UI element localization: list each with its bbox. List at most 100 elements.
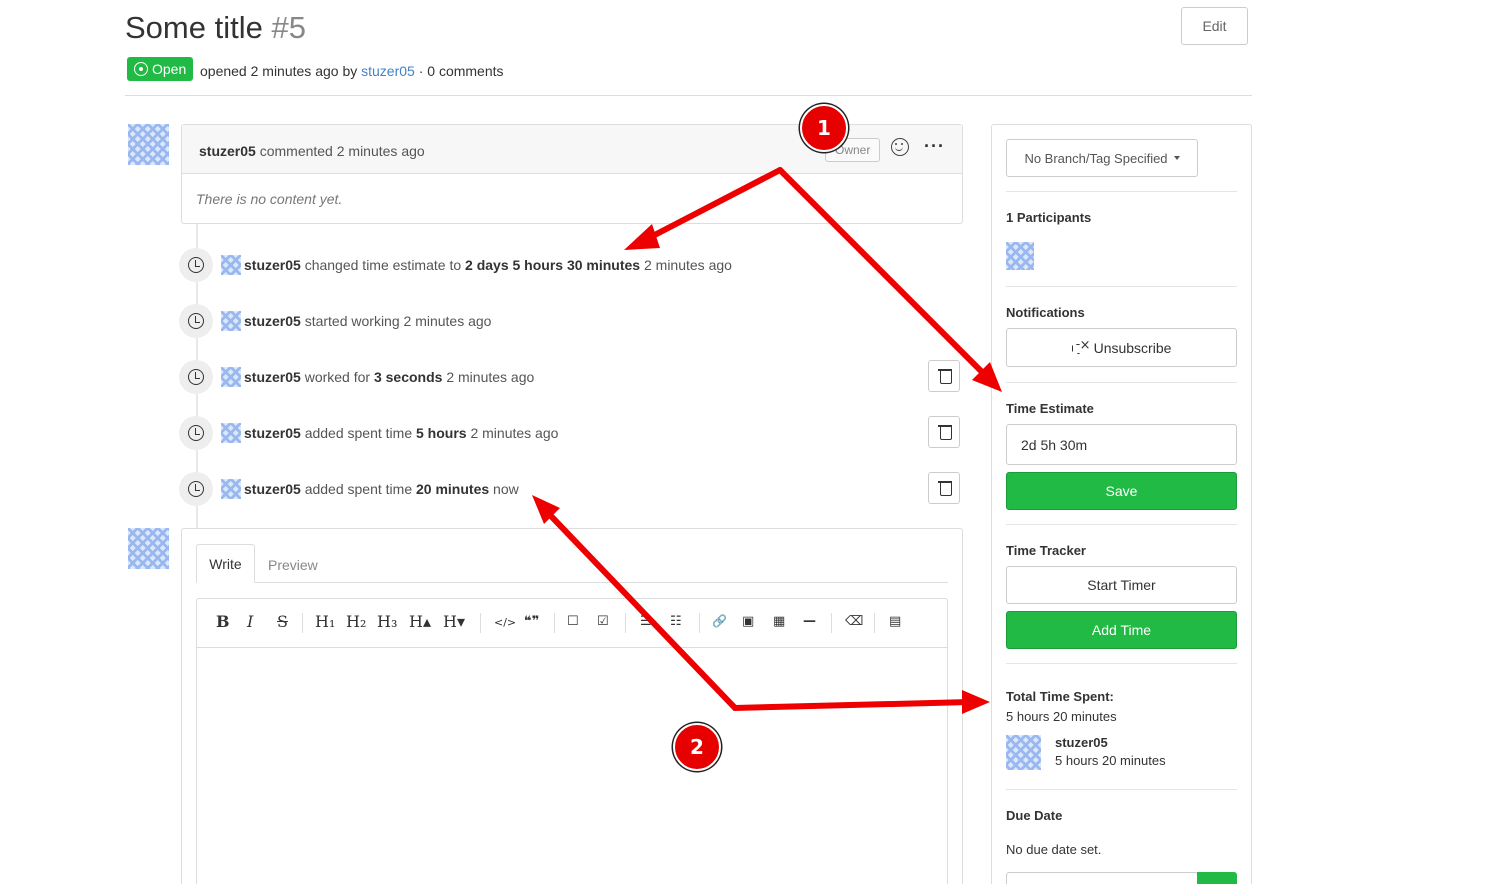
checkbox-icon[interactable]: ☐ [567,614,579,629]
event-time: 2 minutes ago [470,425,559,441]
avatar[interactable] [221,311,241,331]
participant-avatar[interactable] [1006,242,1034,270]
event-user[interactable]: stuzer05 [244,313,301,329]
trash-icon[interactable] [928,360,960,392]
bullet-list-icon[interactable]: ☰ [640,614,652,629]
tab-divider [196,582,948,583]
unsubscribe-button[interactable]: Unsubscribe [1006,328,1237,367]
event-user[interactable]: stuzer05 [244,425,301,441]
bold-icon[interactable]: B [216,612,230,631]
smiley-icon[interactable] [891,138,909,156]
event-user[interactable]: stuzer05 [244,481,301,497]
status-badge: Open [127,57,194,81]
save-button[interactable]: Save [1006,472,1237,510]
avatar[interactable] [1006,735,1041,770]
event-user[interactable]: stuzer05 [244,369,301,385]
comment-author[interactable]: stuzer05 [199,143,256,159]
meta-prefix: opened 2 minutes ago by [200,63,358,79]
checked-checkbox-icon[interactable]: ☑ [597,614,609,629]
avatar[interactable] [221,479,241,499]
comment-textarea[interactable] [196,647,948,884]
code-icon[interactable]: </> [494,616,516,629]
event-action: started working 2 minutes ago [304,313,492,329]
time-estimate-heading: Time Estimate [1006,401,1094,416]
table-icon[interactable]: ▦ [773,614,785,629]
event-action: added spent time [304,481,413,497]
total-time-heading: Total Time Spent: [1006,689,1114,704]
status-label: Open [152,61,187,77]
quote-icon[interactable]: ❝❞ [524,614,539,629]
heading-3-icon[interactable]: H₃ [377,612,397,631]
event-user[interactable]: stuzer05 [244,257,301,273]
tab-write[interactable]: Write [196,544,255,583]
time-user-name[interactable]: stuzer05 [1055,735,1108,750]
arrowhead-1-left [624,224,660,250]
trash-icon[interactable] [928,472,960,504]
editor-toolbar: B I S H₁ H₂ H₃ H▴ H▾ </> ❝❞ ☐ ☑ ☰ ☷ 🔗 ▣ … [196,598,948,648]
heading-1-icon[interactable]: H₁ [315,612,335,631]
tab-preview[interactable]: Preview [268,557,318,573]
open-issue-icon [134,62,148,76]
issue-title: Some title [125,10,263,45]
timeline-event: stuzer05 worked for 3 seconds 2 minutes … [179,360,964,394]
strikethrough-icon[interactable]: S [277,612,288,631]
avatar[interactable] [221,255,241,275]
heading-bigger-icon[interactable]: H▴ [409,612,431,631]
caret-down-icon [1173,156,1180,160]
due-date-value: No due date set. [1006,842,1102,857]
sidebar-divider [1006,663,1237,664]
event-text: stuzer05 added spent time 20 minutes now [244,481,519,497]
file-icon[interactable]: ▤ [889,614,901,629]
branch-label: No Branch/Tag Specified [1024,150,1168,166]
numbered-list-icon[interactable]: ☷ [670,614,682,629]
participants-heading: 1 Participants [1006,210,1092,225]
add-time-button[interactable]: Add Time [1006,611,1237,649]
toolbar-separator [480,613,481,633]
mute-icon [1072,338,1091,354]
edit-button[interactable]: Edit [1181,7,1248,45]
eraser-icon[interactable]: ⌫ [845,614,863,629]
author-link[interactable]: stuzer05 [361,63,415,79]
clock-icon [179,360,213,394]
event-text: stuzer05 changed time estimate to 2 days… [244,257,732,273]
comment-author-line: stuzer05 commented 2 minutes ago [199,143,425,159]
heading-2-icon[interactable]: H₂ [346,612,366,631]
due-date-input[interactable] [1006,872,1198,884]
sidebar-divider [1006,191,1237,192]
total-time-value: 5 hours 20 minutes [1006,709,1117,724]
italic-icon[interactable]: I [247,612,253,631]
time-tracker-heading: Time Tracker [1006,543,1086,558]
event-text: stuzer05 started working 2 minutes ago [244,313,491,329]
trash-icon[interactable] [928,416,960,448]
comment-box: stuzer05 commented 2 minutes ago Owner ·… [181,124,963,224]
horizontal-rule-icon[interactable]: — [803,614,816,629]
due-date-set-button[interactable] [1197,872,1237,884]
time-estimate-input[interactable] [1006,424,1237,465]
event-time: now [493,481,519,497]
comment-time: commented 2 minutes ago [259,143,425,159]
event-value: 20 minutes [416,481,490,497]
header-divider [125,95,1252,96]
avatar[interactable] [128,528,169,569]
event-value: 3 seconds [373,369,443,385]
toolbar-separator [874,613,875,633]
event-time: 2 minutes ago [643,257,732,273]
more-options-icon[interactable]: ··· [924,136,945,157]
annotation-badge-2: 2 [673,723,721,771]
heading-smaller-icon[interactable]: H▾ [443,612,465,631]
clock-icon [179,248,213,282]
timeline-event: stuzer05 changed time estimate to 2 days… [179,248,964,282]
start-timer-button[interactable]: Start Timer [1006,566,1237,604]
toolbar-separator [831,613,832,633]
avatar[interactable] [221,367,241,387]
sidebar-divider [1006,524,1237,525]
avatar[interactable] [128,124,169,165]
clock-icon [179,472,213,506]
issue-number: #5 [271,10,306,45]
event-action: changed time estimate to [304,257,462,273]
toolbar-separator [554,613,555,633]
link-icon[interactable]: 🔗 [712,614,727,628]
avatar[interactable] [221,423,241,443]
branch-selector[interactable]: No Branch/Tag Specified [1006,139,1198,177]
image-icon[interactable]: ▣ [742,614,754,629]
